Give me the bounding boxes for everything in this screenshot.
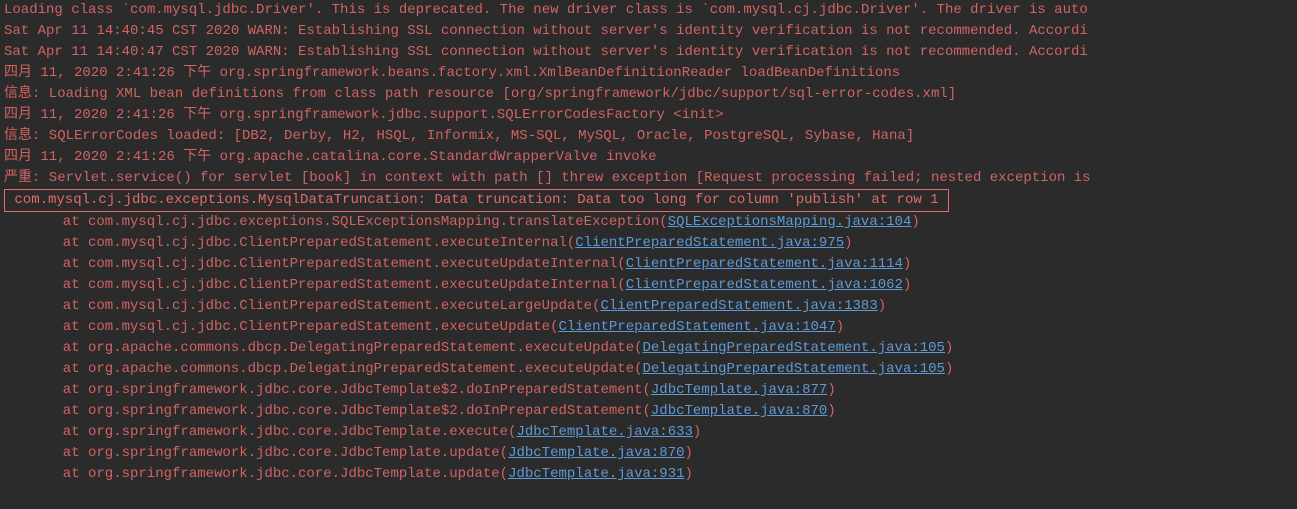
stack-text: at org.springframework.jdbc.core.JdbcTem… <box>63 466 508 482</box>
stack-text: at org.apache.commons.dbcp.DelegatingPre… <box>63 340 643 356</box>
source-link[interactable]: JdbcTemplate.java:633 <box>516 424 692 440</box>
stack-frame: at com.mysql.cj.jdbc.ClientPreparedState… <box>4 233 1293 254</box>
log-line: 四月 11, 2020 2:41:26 下午 org.springframewo… <box>4 63 1293 84</box>
source-link[interactable]: JdbcTemplate.java:877 <box>651 382 827 398</box>
source-link[interactable]: SQLExceptionsMapping.java:104 <box>668 214 912 230</box>
stack-paren: ) <box>685 466 693 482</box>
stack-paren: ) <box>827 382 835 398</box>
stack-frame: at com.mysql.cj.jdbc.ClientPreparedState… <box>4 317 1293 338</box>
log-line: Sat Apr 11 14:40:45 CST 2020 WARN: Estab… <box>4 21 1293 42</box>
stack-paren: ) <box>903 277 911 293</box>
stack-text: at org.springframework.jdbc.core.JdbcTem… <box>63 403 651 419</box>
stack-text: at com.mysql.cj.jdbc.ClientPreparedState… <box>63 256 626 272</box>
stack-frame: at com.mysql.cj.jdbc.ClientPreparedState… <box>4 296 1293 317</box>
stack-frame: at org.springframework.jdbc.core.JdbcTem… <box>4 464 1293 485</box>
stack-paren: ) <box>836 319 844 335</box>
log-line: Sat Apr 11 14:40:47 CST 2020 WARN: Estab… <box>4 42 1293 63</box>
stack-frame: at org.springframework.jdbc.core.JdbcTem… <box>4 401 1293 422</box>
stack-paren: ) <box>685 445 693 461</box>
log-line: 四月 11, 2020 2:41:26 下午 org.apache.catali… <box>4 147 1293 168</box>
stack-frame: at org.apache.commons.dbcp.DelegatingPre… <box>4 338 1293 359</box>
source-link[interactable]: ClientPreparedStatement.java:1062 <box>626 277 903 293</box>
log-line: 四月 11, 2020 2:41:26 下午 org.springframewo… <box>4 105 1293 126</box>
stack-frame: at com.mysql.cj.jdbc.ClientPreparedState… <box>4 254 1293 275</box>
source-link[interactable]: JdbcTemplate.java:870 <box>508 445 684 461</box>
stack-paren: ) <box>827 403 835 419</box>
source-link[interactable]: DelegatingPreparedStatement.java:105 <box>643 340 945 356</box>
highlighted-error: com.mysql.cj.jdbc.exceptions.MysqlDataTr… <box>4 189 949 212</box>
stack-text: at com.mysql.cj.jdbc.ClientPreparedState… <box>63 298 601 314</box>
stack-frame: at org.springframework.jdbc.core.JdbcTem… <box>4 422 1293 443</box>
stack-frame: at org.springframework.jdbc.core.JdbcTem… <box>4 380 1293 401</box>
stack-text: at org.apache.commons.dbcp.DelegatingPre… <box>63 361 643 377</box>
stack-paren: ) <box>878 298 886 314</box>
source-link[interactable]: DelegatingPreparedStatement.java:105 <box>643 361 945 377</box>
source-link[interactable]: ClientPreparedStatement.java:975 <box>575 235 844 251</box>
exception-line: com.mysql.cj.jdbc.exceptions.MysqlDataTr… <box>4 189 1293 212</box>
log-line: 严重: Servlet.service() for servlet [book]… <box>4 168 1293 189</box>
stack-frame: at com.mysql.cj.jdbc.exceptions.SQLExcep… <box>4 212 1293 233</box>
stack-frame: at org.apache.commons.dbcp.DelegatingPre… <box>4 359 1293 380</box>
stack-paren: ) <box>844 235 852 251</box>
stack-frame: at com.mysql.cj.jdbc.ClientPreparedState… <box>4 275 1293 296</box>
stack-paren: ) <box>945 340 953 356</box>
log-line: 信息: Loading XML bean definitions from cl… <box>4 84 1293 105</box>
stack-text: at com.mysql.cj.jdbc.ClientPreparedState… <box>63 319 559 335</box>
stack-paren: ) <box>693 424 701 440</box>
source-link[interactable]: JdbcTemplate.java:870 <box>651 403 827 419</box>
stack-text: at com.mysql.cj.jdbc.ClientPreparedState… <box>63 235 575 251</box>
source-link[interactable]: ClientPreparedStatement.java:1114 <box>626 256 903 272</box>
log-line: Loading class `com.mysql.jdbc.Driver'. T… <box>4 0 1293 21</box>
stack-frame: at org.springframework.jdbc.core.JdbcTem… <box>4 443 1293 464</box>
source-link[interactable]: ClientPreparedStatement.java:1047 <box>558 319 835 335</box>
log-line: 信息: SQLErrorCodes loaded: [DB2, Derby, H… <box>4 126 1293 147</box>
stack-text: at org.springframework.jdbc.core.JdbcTem… <box>63 424 517 440</box>
console-output: Loading class `com.mysql.jdbc.Driver'. T… <box>0 0 1297 485</box>
stack-text: at com.mysql.cj.jdbc.ClientPreparedState… <box>63 277 626 293</box>
source-link[interactable]: JdbcTemplate.java:931 <box>508 466 684 482</box>
stack-paren: ) <box>903 256 911 272</box>
stack-text: at com.mysql.cj.jdbc.exceptions.SQLExcep… <box>63 214 668 230</box>
stack-paren: ) <box>911 214 919 230</box>
stack-paren: ) <box>945 361 953 377</box>
stack-text: at org.springframework.jdbc.core.JdbcTem… <box>63 445 508 461</box>
stack-text: at org.springframework.jdbc.core.JdbcTem… <box>63 382 651 398</box>
source-link[interactable]: ClientPreparedStatement.java:1383 <box>600 298 877 314</box>
